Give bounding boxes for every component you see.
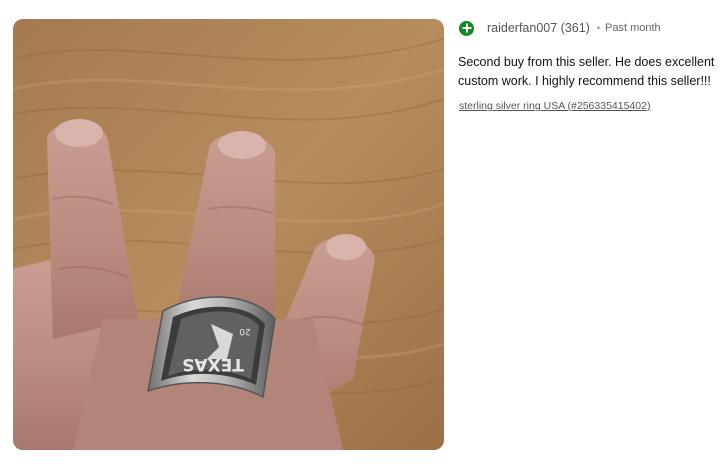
review-time: Past month [605, 22, 661, 34]
review-details: raiderfan007 (361) • Past month Second b… [458, 18, 726, 114]
separator-dot: • [596, 23, 601, 33]
review-photo[interactable]: TEXAS 20 [13, 19, 444, 450]
review-header: raiderfan007 (361) • Past month [458, 18, 726, 38]
ring-small-text: 20 [239, 326, 251, 336]
review-card: TEXAS 20 raiderfan007 (361) • Past month… [0, 0, 728, 464]
positive-feedback-icon [459, 20, 474, 36]
review-comment: Second buy from this seller. He does exc… [458, 55, 715, 88]
purchased-item-link[interactable]: sterling silver ring USA (#256335415402) [459, 100, 650, 112]
reviewer-username[interactable]: raiderfan007 (361) [487, 21, 590, 35]
ring-on-hand-image: TEXAS 20 [13, 19, 444, 450]
ring-engraving-text: TEXAS [182, 354, 244, 374]
